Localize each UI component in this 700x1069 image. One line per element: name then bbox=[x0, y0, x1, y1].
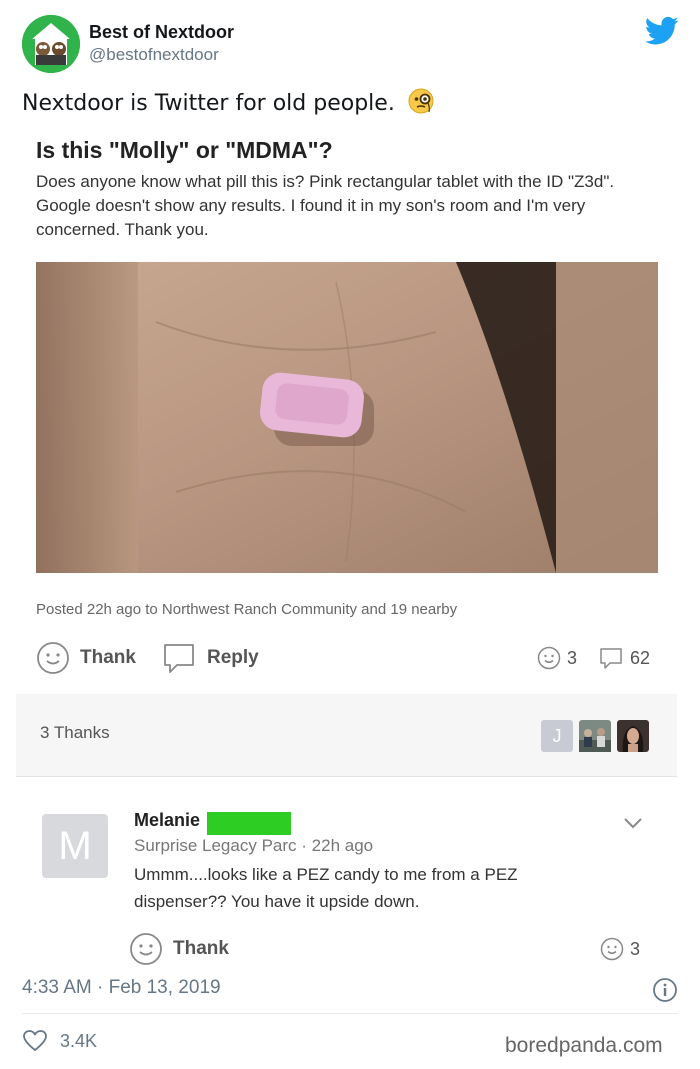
thanker-avatar-photo[interactable] bbox=[617, 720, 649, 752]
comment-time: 22h ago bbox=[311, 836, 374, 855]
tweet-timestamp[interactable]: 4:33 AM · Feb 13, 2019 bbox=[22, 977, 221, 999]
heart-icon bbox=[23, 1030, 47, 1051]
meta-separator: · bbox=[301, 836, 312, 855]
user-handle[interactable]: @bestofnextdoor bbox=[89, 45, 219, 65]
thanks-bar bbox=[16, 694, 677, 777]
replies-count: 62 bbox=[630, 647, 651, 668]
twitter-bird-icon[interactable] bbox=[644, 16, 679, 46]
thanks-counter[interactable]: 3 bbox=[537, 646, 577, 670]
comment-thanks-count: 3 bbox=[630, 938, 641, 959]
comment-meta: Surprise Legacy Parc · 22h ago bbox=[134, 836, 373, 856]
tweet-text: Nextdoor is Twitter for old people. bbox=[22, 88, 434, 116]
like-count: 3.4K bbox=[60, 1030, 98, 1051]
pill-photo[interactable] bbox=[36, 262, 658, 573]
speech-bubble-icon bbox=[164, 644, 194, 673]
comment-thanks-counter[interactable]: 3 bbox=[600, 937, 640, 961]
hand-with-pill-image bbox=[36, 262, 658, 573]
woman-portrait-icon bbox=[617, 720, 649, 752]
comment-body: Ummm....looks like a PEZ candy to me fro… bbox=[134, 865, 518, 911]
smiley-icon bbox=[130, 933, 162, 965]
reply-label: Reply bbox=[207, 647, 259, 668]
watermark: boredpanda.com bbox=[505, 1034, 663, 1057]
commenter-neighborhood[interactable]: Surprise Legacy Parc bbox=[134, 836, 297, 855]
reply-button[interactable]: Reply bbox=[161, 641, 259, 675]
display-name[interactable]: Best of Nextdoor bbox=[89, 22, 234, 43]
commenter-avatar[interactable]: M bbox=[42, 814, 108, 878]
tweet-text-content: Nextdoor is Twitter for old people. bbox=[22, 91, 395, 116]
thanker-avatar-photo[interactable] bbox=[579, 720, 611, 752]
like-button[interactable]: 3.4K bbox=[22, 1029, 97, 1053]
thanks-count: 3 bbox=[567, 647, 578, 668]
speech-bubble-icon bbox=[600, 648, 622, 669]
commenter-name[interactable]: Melanie bbox=[134, 810, 200, 831]
smiley-icon bbox=[537, 646, 561, 670]
smiley-icon bbox=[600, 937, 624, 961]
smiley-icon bbox=[37, 642, 69, 674]
profile-avatar[interactable] bbox=[22, 15, 80, 73]
replies-counter[interactable]: 62 bbox=[598, 646, 650, 670]
censor-bar bbox=[207, 812, 291, 835]
post-body: Does anyone know what pill this is? Pink… bbox=[36, 172, 615, 239]
info-icon[interactable] bbox=[652, 977, 678, 1007]
comment-options-chevron-icon[interactable] bbox=[622, 815, 644, 835]
muppets-avatar-icon bbox=[22, 15, 80, 73]
comment-thank-label: Thank bbox=[173, 938, 229, 959]
footer-divider bbox=[22, 1013, 678, 1014]
thank-label: Thank bbox=[80, 647, 136, 668]
post-meta: Posted 22h ago to Northwest Ranch Commun… bbox=[36, 601, 458, 618]
thanker-avatar-initial[interactable]: J bbox=[541, 720, 573, 752]
face-with-monocle-icon bbox=[408, 88, 434, 114]
group-photo-icon bbox=[579, 720, 611, 752]
post-title: Is this "Molly" or "MDMA"? bbox=[36, 137, 333, 163]
comment-thank-button[interactable]: Thank bbox=[129, 932, 229, 966]
thank-button[interactable]: Thank bbox=[36, 641, 136, 675]
thanks-summary[interactable]: 3 Thanks bbox=[40, 723, 110, 743]
